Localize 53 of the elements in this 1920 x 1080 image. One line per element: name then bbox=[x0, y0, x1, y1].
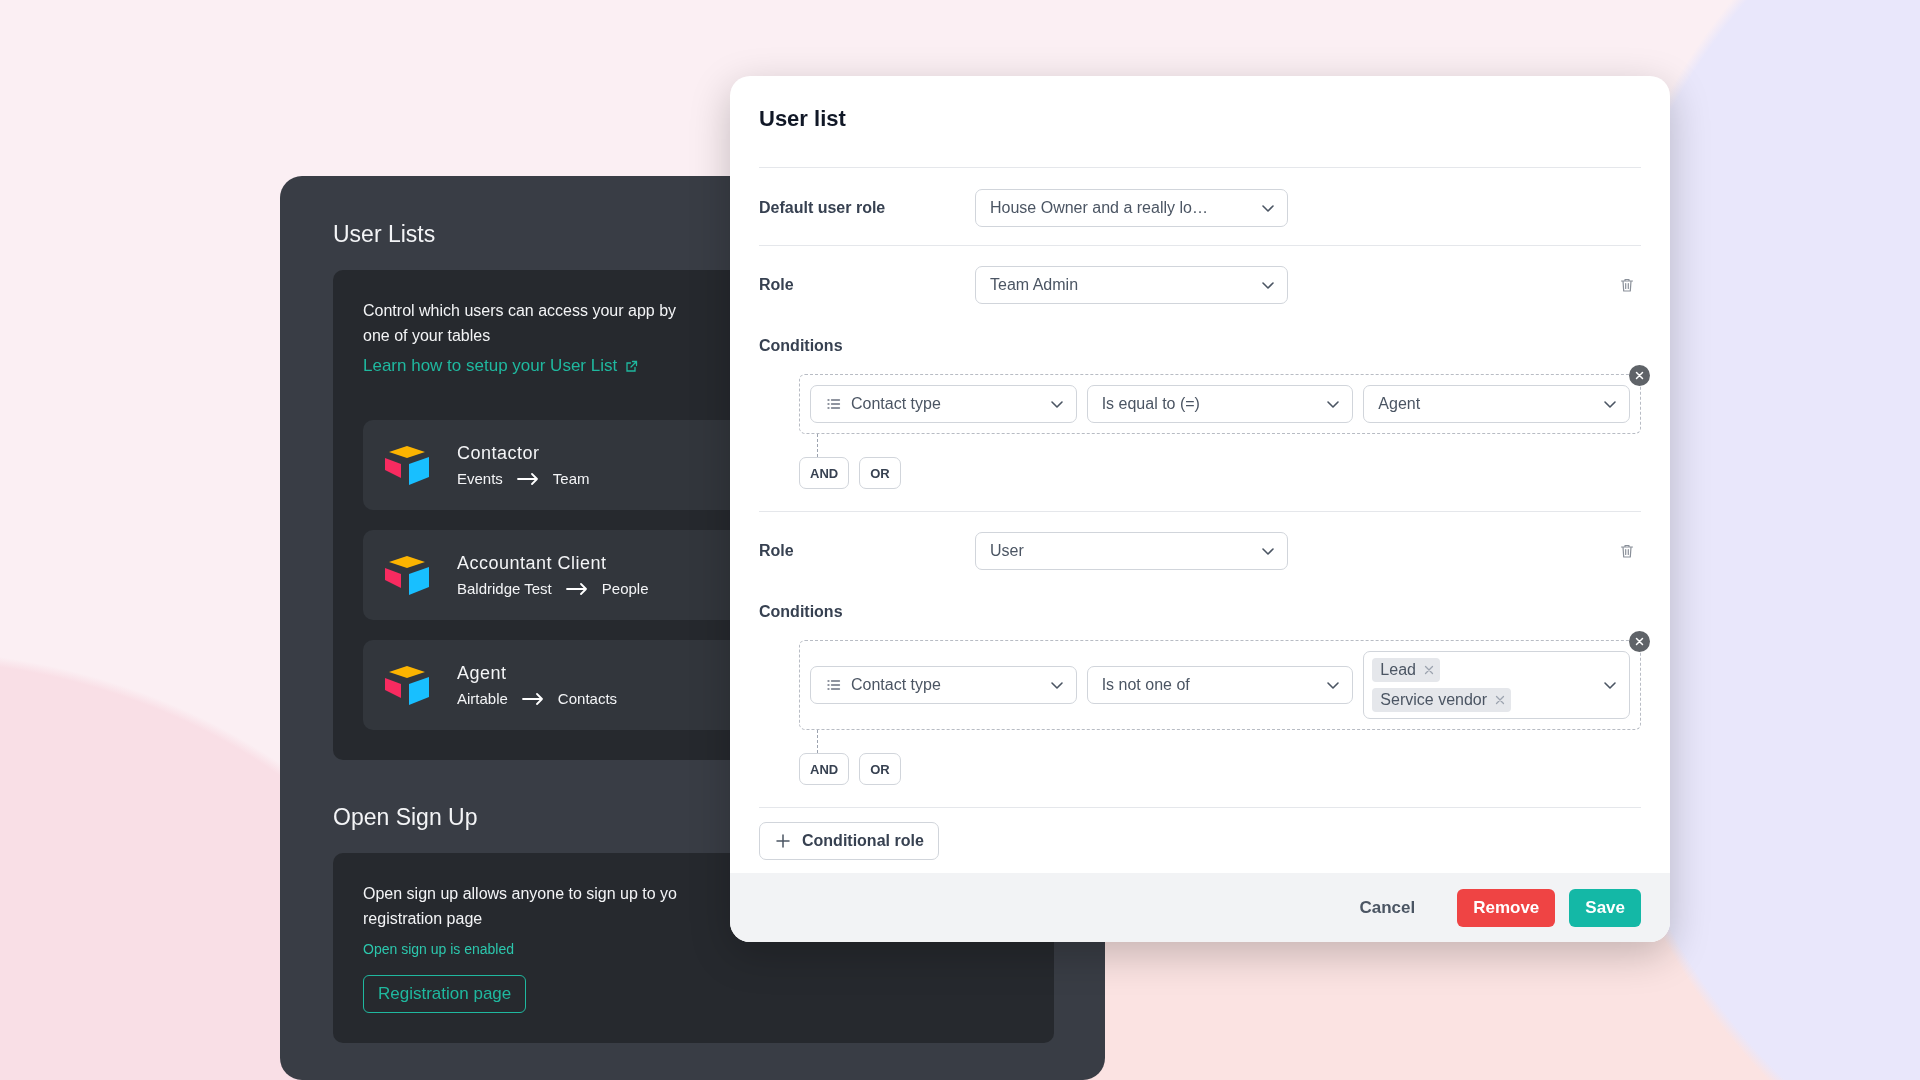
box-logo-icon bbox=[383, 664, 431, 706]
plus-icon bbox=[776, 834, 790, 848]
target-table: Contacts bbox=[557, 689, 618, 709]
close-icon[interactable] bbox=[1629, 365, 1650, 386]
source-table: Baldridge Test bbox=[457, 579, 552, 599]
target-table: Team bbox=[552, 469, 590, 489]
dropdown[interactable]: Is not one of bbox=[1086, 666, 1354, 704]
tag-label: Service vendor bbox=[1380, 690, 1488, 710]
dialog-title: User list bbox=[759, 105, 847, 133]
field-label: Conditions bbox=[759, 602, 844, 622]
remove-button[interactable]: Remove bbox=[1457, 888, 1556, 927]
trash-icon[interactable] bbox=[1619, 277, 1635, 293]
dropdown[interactable]: Agent bbox=[1363, 385, 1630, 423]
registration-page-button[interactable]: Registration page bbox=[363, 975, 527, 1013]
list-name: Accountant Client bbox=[457, 552, 608, 575]
dropdown[interactable]: Team Admin bbox=[975, 266, 1288, 304]
list-icon bbox=[827, 678, 841, 692]
dropdown[interactable]: House Owner and a really lo… bbox=[975, 189, 1288, 227]
conditional-role-button[interactable]: Conditional role bbox=[759, 822, 939, 860]
arrow-right-icon bbox=[521, 693, 544, 705]
tag-label: Lead bbox=[1380, 660, 1416, 680]
and-button[interactable]: AND bbox=[799, 457, 850, 489]
dropdown[interactable]: User bbox=[975, 532, 1288, 570]
section-title: Open Sign Up bbox=[333, 803, 478, 832]
box-logo-icon bbox=[383, 554, 431, 596]
list-name: Contactor bbox=[457, 442, 541, 465]
external-link-icon bbox=[625, 359, 639, 373]
field-label: Conditions bbox=[759, 336, 844, 356]
arrow-right-icon bbox=[516, 473, 539, 485]
dropdown[interactable]: Contact type bbox=[810, 666, 1077, 704]
field-label: Role bbox=[759, 541, 795, 561]
source-table: Events bbox=[457, 469, 503, 489]
dropdown[interactable]: Contact type bbox=[810, 385, 1077, 423]
section-title: User Lists bbox=[333, 220, 436, 249]
trash-icon[interactable] bbox=[1619, 543, 1635, 559]
or-button[interactable]: OR bbox=[859, 753, 901, 785]
status-text: Open sign up is enabled bbox=[363, 940, 515, 959]
list-icon bbox=[827, 397, 841, 411]
cancel-button[interactable]: Cancel bbox=[1343, 888, 1432, 927]
source-table: Airtable bbox=[457, 689, 508, 709]
target-table: People bbox=[601, 579, 649, 599]
dropdown[interactable]: Is equal to (=) bbox=[1086, 385, 1354, 423]
field-label: Default user role bbox=[759, 198, 887, 218]
close-icon[interactable] bbox=[1629, 631, 1650, 652]
arrow-right-icon bbox=[565, 583, 588, 595]
link-text[interactable]: Learn how to setup your User List bbox=[363, 354, 618, 378]
field-label: Role bbox=[759, 275, 795, 295]
box-logo-icon bbox=[383, 444, 431, 486]
description-text: Open sign up allows anyone to sign up to yo registration page bbox=[363, 884, 677, 929]
or-button[interactable]: OR bbox=[859, 457, 901, 489]
description-text: Control which users can access your app by one of your tables bbox=[363, 301, 677, 346]
list-name: Agent bbox=[457, 662, 508, 685]
and-button[interactable]: AND bbox=[799, 753, 850, 785]
